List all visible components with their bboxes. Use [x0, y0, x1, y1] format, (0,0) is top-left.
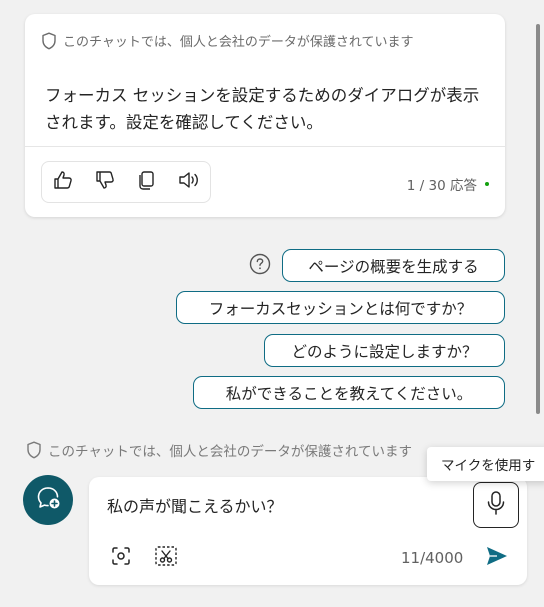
suggestion-chip[interactable]: 私ができることを教えてください。 — [193, 376, 505, 409]
thumbs-up-button[interactable] — [47, 166, 79, 198]
message-actions — [41, 161, 211, 203]
send-button[interactable] — [484, 545, 510, 571]
scissors-icon — [154, 545, 178, 571]
suggestion-chip[interactable]: ページの概要を生成する — [282, 249, 505, 282]
thumbs-down-icon — [94, 169, 116, 195]
chat-composer: 11/4000 — [89, 477, 527, 585]
status-dot — [485, 182, 489, 186]
read-aloud-button[interactable] — [173, 166, 205, 198]
tooltip-text: マイクを使用す — [441, 458, 536, 474]
shield-icon — [26, 441, 42, 459]
new-chat-icon — [35, 485, 61, 515]
scan-camera-icon — [110, 545, 132, 571]
copy-button[interactable] — [131, 166, 163, 198]
microphone-icon — [486, 490, 506, 520]
new-topic-button[interactable] — [23, 475, 73, 525]
response-counter: 1 / 30 応答 — [407, 174, 489, 194]
assistant-message: フォーカス セッションを設定するためのダイアログが表示されます。設定を確認してく… — [45, 86, 480, 132]
thumbs-up-icon — [52, 169, 74, 195]
question-circle-icon — [249, 253, 271, 275]
divider — [25, 146, 505, 147]
thumbs-down-button[interactable] — [89, 166, 121, 198]
screenshot-button[interactable] — [154, 546, 178, 570]
microphone-button[interactable] — [473, 482, 519, 528]
suggestion-chip[interactable]: フォーカスセッションとは何ですか？ — [176, 291, 505, 324]
response-count-text: 1 / 30 応答 — [406, 178, 477, 194]
camera-button[interactable] — [109, 546, 133, 570]
microphone-tooltip: マイクを使用す — [427, 447, 544, 481]
character-count: 11/4000 — [401, 549, 464, 567]
shield-icon — [41, 32, 57, 50]
bottom-privacy-notice: このチャットでは、個人と会社のデータが保護されています — [26, 440, 412, 460]
response-card: このチャットでは、個人と会社のデータが保護されています フォーカス セッションを… — [25, 14, 505, 217]
send-icon — [485, 545, 509, 571]
read-aloud-icon — [177, 169, 201, 195]
card-privacy-notice: このチャットでは、個人と会社のデータが保護されています — [41, 31, 413, 50]
copy-icon — [136, 169, 158, 195]
chat-scrollbar[interactable] — [532, 0, 544, 430]
scrollbar-thumb[interactable] — [536, 24, 540, 414]
chat-input[interactable] — [107, 491, 467, 519]
privacy-text: このチャットでは、個人と会社のデータが保護されています — [63, 35, 414, 50]
privacy-text: このチャットでは、個人と会社のデータが保護されています — [48, 444, 412, 460]
suggestion-chip[interactable]: どのように設定しますか？ — [264, 334, 505, 367]
